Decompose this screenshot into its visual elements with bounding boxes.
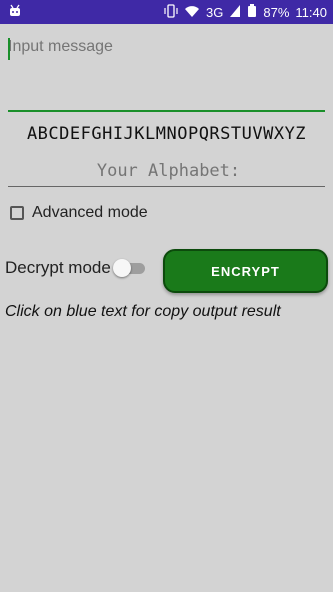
decrypt-mode-label: Decrypt mode: [5, 258, 111, 277]
advanced-mode-label: Advanced mode: [32, 204, 148, 221]
advanced-mode-checkbox[interactable]: Advanced mode: [10, 204, 148, 222]
battery-percent: 87%: [263, 5, 290, 20]
battery-icon: [247, 4, 257, 21]
signal-icon: [229, 4, 241, 21]
checkbox-box[interactable]: [10, 206, 24, 220]
status-bar: 3G 87% 11:40: [0, 0, 333, 24]
decrypt-mode-row: Decrypt mode: [5, 258, 145, 278]
vibrate-icon: [164, 4, 178, 21]
message-input[interactable]: [8, 36, 325, 112]
android-debug-icon: [8, 4, 22, 21]
reference-alphabet: ABCDEFGHIJKLMNOPQRSTUVWXYZ: [26, 124, 307, 144]
clock: 11:40: [295, 5, 327, 20]
decrypt-mode-switch[interactable]: [112, 258, 145, 278]
text-cursor: [8, 38, 10, 60]
switch-thumb[interactable]: [112, 259, 131, 277]
network-type: 3G: [206, 5, 224, 20]
custom-alphabet-container: [8, 156, 329, 187]
encrypt-button[interactable]: ENCRYPT: [163, 249, 328, 293]
message-input-container: [8, 36, 325, 114]
wifi-icon: [184, 4, 200, 21]
custom-alphabet-input[interactable]: [8, 156, 329, 186]
copy-hint-text: Click on blue text for copy output resul…: [5, 303, 281, 320]
